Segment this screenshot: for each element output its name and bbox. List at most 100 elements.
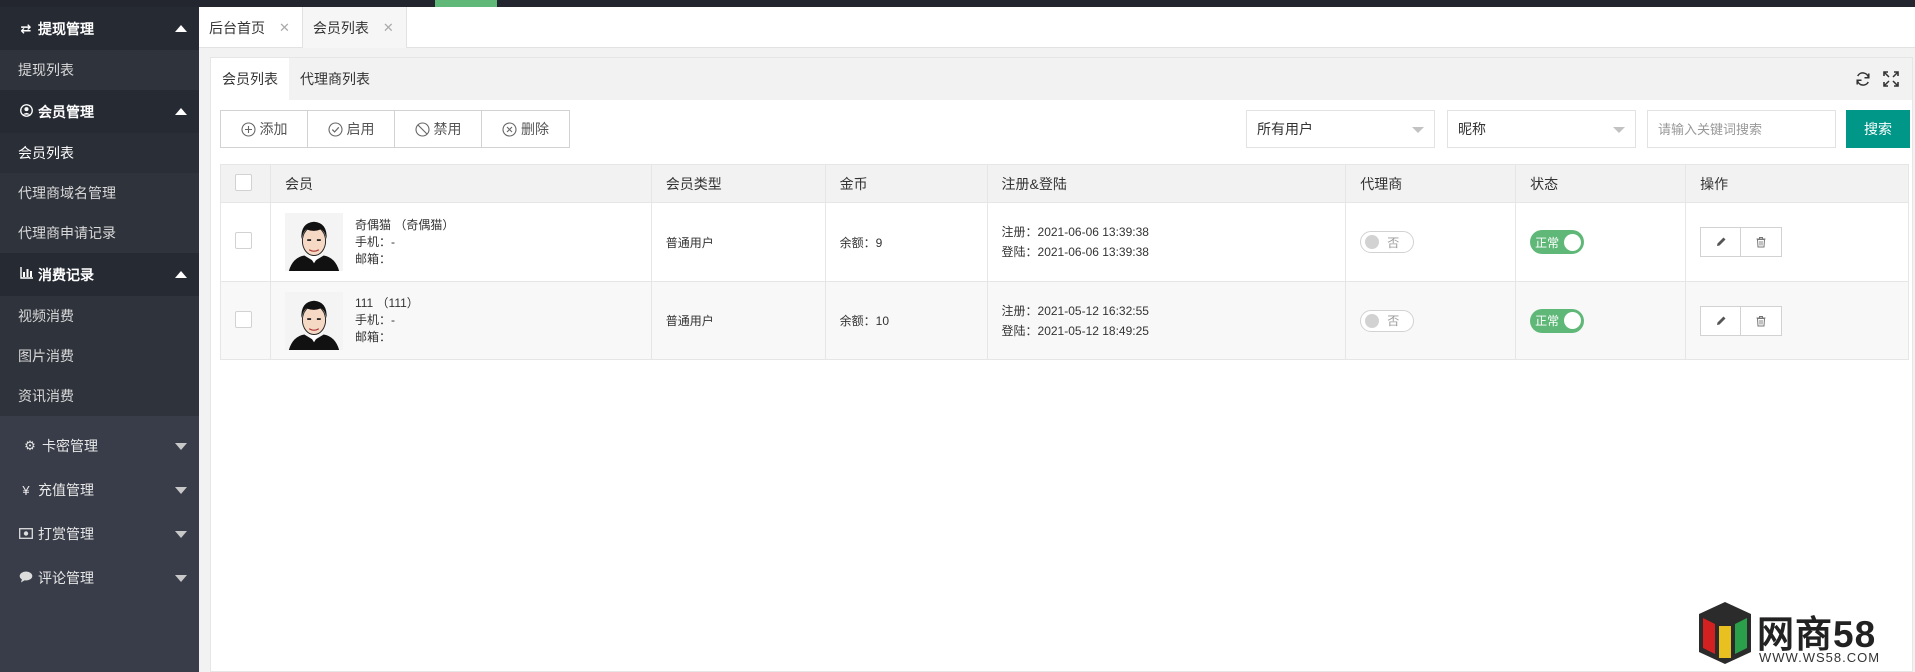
watermark-logo-icon — [1699, 602, 1751, 664]
add-button-label: 添加 — [259, 121, 288, 137]
tab-members[interactable]: 会员列表 — [211, 58, 289, 100]
search-button[interactable]: 搜索 — [1846, 110, 1910, 148]
search-input[interactable] — [1647, 110, 1836, 148]
fullscreen-icon[interactable] — [1882, 70, 1900, 88]
member-type: 普通用户 — [651, 281, 826, 360]
comment-icon — [18, 571, 34, 586]
delete-row-button[interactable] — [1741, 306, 1782, 335]
member-coins: 余额：9 — [825, 202, 988, 282]
add-button[interactable]: 添加 — [221, 111, 308, 147]
money-icon — [18, 527, 34, 542]
sidebar-item-image-consumption[interactable]: 图片消费 — [0, 336, 199, 376]
tab-dashboard[interactable]: 后台首页 ✕ — [199, 7, 303, 48]
edit-button[interactable] — [1701, 228, 1742, 256]
watermark-url: WWW.WS58.COM — [1759, 650, 1881, 665]
disable-button[interactable]: 禁用 — [395, 111, 482, 147]
agent-toggle[interactable]: 否 — [1360, 231, 1415, 253]
column-header: 注册&登陆 — [987, 164, 1347, 203]
chevron-down-icon — [175, 531, 187, 538]
exchange-icon: ⇄ — [20, 20, 32, 36]
sidebar-group-rewards[interactable]: 打赏管理 — [0, 512, 199, 556]
member-coins: 余额：10 — [825, 281, 988, 360]
table-header-row: 会员 会员类型 金币 注册&登陆 代理商 状态 操作 — [220, 164, 1909, 203]
chevron-down-icon — [1412, 127, 1424, 133]
checkbox-cell — [220, 202, 271, 282]
member-phone: 手机：- — [354, 234, 395, 249]
enable-button-label: 启用 — [346, 121, 375, 137]
table-row: 奇偶猫 （奇偶猫） 手机：- 邮箱： 普通用户 余额：9 注册：2021-06-… — [220, 202, 1909, 282]
ban-icon — [414, 121, 430, 137]
card-tools — [1854, 70, 1900, 88]
tab-agents[interactable]: 代理商列表 — [289, 58, 381, 100]
plus-circle-icon — [240, 121, 256, 137]
sidebar-group-consumption[interactable]: 消费记录 — [0, 253, 199, 296]
trash-icon — [1756, 315, 1766, 326]
status-toggle-label: 正常 — [1535, 235, 1560, 250]
checkbox-cell — [220, 281, 271, 360]
sidebar-group-label: 卡密管理 — [42, 438, 98, 454]
agent-toggle-label: 否 — [1387, 235, 1400, 250]
sidebar-group-label: 充值管理 — [38, 482, 94, 498]
sidebar-group-label: 打赏管理 — [38, 526, 94, 542]
bar-chart-icon — [18, 267, 34, 282]
user-type-select[interactable]: 所有用户 — [1246, 110, 1435, 148]
sidebar-item-video-consumption[interactable]: 视频消费 — [0, 296, 199, 336]
column-header: 操作 — [1685, 164, 1909, 203]
sidebar-group-label: 会员管理 — [38, 103, 94, 120]
register-time: 注册：2021-06-06 13:39:38 — [1001, 225, 1149, 239]
user-circle-icon — [18, 103, 34, 120]
disable-button-label: 禁用 — [433, 121, 462, 137]
edit-button[interactable] — [1701, 306, 1742, 335]
login-time: 登陆：2021-05-12 18:49:25 — [1001, 323, 1149, 338]
refresh-icon[interactable] — [1854, 70, 1872, 88]
chevron-up-icon — [175, 270, 187, 278]
member-cell: 111 （111） 手机：- 邮箱： — [270, 281, 652, 360]
sidebar-item-withdraw-list[interactable]: 提现列表 — [0, 50, 199, 90]
delete-row-button[interactable] — [1741, 228, 1782, 256]
chevron-up-icon — [175, 24, 187, 32]
sidebar-item-news-consumption[interactable]: 资讯消费 — [0, 376, 199, 416]
row-checkbox[interactable] — [235, 310, 252, 328]
row-actions — [1700, 227, 1783, 257]
close-icon[interactable]: ✕ — [383, 20, 394, 36]
sidebar-group-label: 评论管理 — [38, 570, 94, 586]
sidebar-group-recharge[interactable]: ¥ 充值管理 — [0, 468, 199, 512]
member-email: 邮箱： — [354, 251, 391, 266]
enable-button[interactable]: 启用 — [308, 111, 395, 147]
tab-member-list[interactable]: 会员列表 ✕ — [302, 7, 407, 48]
sidebar-group-cards[interactable]: ⚙ 卡密管理 — [0, 424, 199, 468]
sidebar-group-comments[interactable]: 评论管理 — [0, 556, 199, 600]
sidebar-separator — [0, 416, 199, 424]
page-tab-bar: 后台首页 ✕ 会员列表 ✕ — [199, 7, 1915, 48]
member-cell: 奇偶猫 （奇偶猫） 手机：- 邮箱： — [270, 202, 652, 282]
row-actions — [1700, 305, 1783, 336]
search-field-select[interactable]: 昵称 — [1447, 110, 1636, 148]
member-name: 111 （111） — [354, 296, 419, 310]
sidebar-group-members[interactable]: 会员管理 — [0, 90, 199, 133]
delete-button[interactable]: 删除 — [482, 111, 569, 147]
watermark: 网商58 WWW.WS58.COM — [1695, 600, 1907, 668]
close-icon[interactable]: ✕ — [279, 20, 290, 36]
member-phone: 手机：- — [354, 313, 395, 327]
status-toggle[interactable]: 正常 — [1530, 230, 1585, 254]
row-checkbox[interactable] — [235, 232, 252, 249]
avatar — [284, 213, 343, 271]
content-card: 会员列表 代理商列表 添加 启用 禁用 删除 所有用户 昵称 请输入关键词搜索 … — [210, 57, 1913, 672]
time-cell: 注册：2021-05-12 16:32:55 登陆：2021-05-12 18:… — [987, 281, 1347, 360]
status-toggle-label: 正常 — [1535, 314, 1560, 328]
agent-toggle[interactable]: 否 — [1360, 309, 1415, 332]
select-all-cell — [220, 164, 271, 203]
search-field-value: 昵称 — [1458, 121, 1486, 137]
agent-toggle-label: 否 — [1387, 314, 1400, 328]
table-row: 111 （111） 手机：- 邮箱： 普通用户 余额：10 注册：2021-05… — [220, 281, 1909, 360]
delete-button-label: 删除 — [521, 121, 549, 137]
sidebar-item-member-list[interactable]: 会员列表 — [0, 133, 199, 173]
sidebar-item-agent-domains[interactable]: 代理商域名管理 — [0, 173, 199, 213]
status-toggle[interactable]: 正常 — [1530, 308, 1585, 333]
trash-icon — [1756, 237, 1766, 248]
chevron-down-icon — [175, 575, 187, 582]
select-all-checkbox[interactable] — [235, 173, 252, 191]
top-bar-accent — [435, 0, 497, 7]
sidebar-item-agent-applications[interactable]: 代理商申请记录 — [0, 213, 199, 253]
sidebar-group-withdraw[interactable]: ⇄ 提现管理 — [0, 7, 199, 50]
